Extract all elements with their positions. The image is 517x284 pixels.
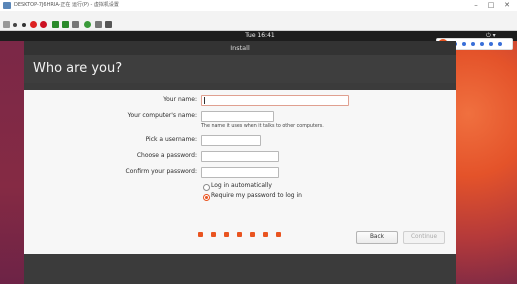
power-off-icon[interactable] — [30, 21, 37, 28]
host-menu-bar: 文件(F) 编辑(E) 查看(V) 虚拟机(M) 选项卡(T) 帮助(H) — [0, 11, 517, 28]
close-window-button[interactable]: ✕ — [501, 1, 513, 10]
installer-window-title: Install — [230, 44, 250, 52]
desktop-background-left — [0, 41, 24, 284]
desktop-background-right: S — [436, 38, 517, 284]
skin-icon[interactable] — [489, 42, 493, 46]
installer-titlebar: Install — [24, 41, 456, 55]
dot-icon[interactable] — [13, 23, 17, 27]
require-password-radio[interactable] — [203, 194, 210, 201]
text-cursor — [204, 97, 205, 104]
fullscreen-icon[interactable] — [105, 21, 112, 28]
your-name-label: Your name: — [163, 96, 197, 103]
page-title: Who are you? — [33, 61, 123, 76]
progress-dot — [276, 232, 281, 237]
installer-footer — [24, 254, 456, 284]
user-form: Your name: Your computer's name: The nam… — [24, 90, 456, 254]
library-icon[interactable] — [3, 21, 10, 28]
require-password-label[interactable]: Require my password to log in — [211, 191, 302, 200]
host-window-title: DESKTOP-7J6HRIA-正在 运行(P) - 虚拟机设置 — [14, 2, 119, 8]
continue-button[interactable]: Continue — [403, 231, 445, 244]
login-automatically-label[interactable]: Log in automatically — [211, 181, 272, 190]
settings-icon[interactable] — [95, 21, 102, 28]
progress-dot — [198, 232, 203, 237]
resume-icon[interactable] — [62, 21, 69, 28]
toolbox-icon[interactable] — [498, 42, 502, 46]
keyboard-icon[interactable] — [480, 42, 484, 46]
confirm-password-label: Confirm your password: — [125, 168, 197, 175]
username-input[interactable] — [201, 135, 261, 146]
computer-name-input[interactable] — [201, 111, 274, 122]
progress-dot — [237, 232, 242, 237]
login-automatically-radio[interactable] — [203, 184, 210, 191]
minimize-button[interactable]: – — [470, 1, 482, 10]
maximize-button[interactable]: □ — [485, 1, 497, 10]
back-button[interactable]: Back — [356, 231, 398, 244]
clock[interactable]: Tue 16:41 — [230, 31, 290, 41]
password-input[interactable] — [201, 151, 279, 162]
computer-name-hint: The name it uses when it talks to other … — [201, 124, 324, 129]
computer-name-label: Your computer's name: — [127, 112, 197, 119]
password-label: Choose a password: — [136, 152, 197, 159]
play-icon[interactable] — [52, 21, 59, 28]
snapshot-icon[interactable] — [72, 21, 79, 28]
microphone-icon[interactable] — [471, 42, 475, 46]
username-label: Pick a username: — [145, 136, 197, 143]
refresh-icon[interactable] — [84, 21, 91, 28]
host-toolbar — [0, 19, 517, 31]
progress-dot — [224, 232, 229, 237]
stop-icon[interactable] — [40, 21, 47, 28]
vmware-logo-icon — [3, 2, 11, 9]
installer-window: Install Who are you? Your name: Your com… — [24, 41, 456, 284]
progress-dot — [250, 232, 255, 237]
your-name-input[interactable] — [201, 95, 349, 106]
confirm-password-input[interactable] — [201, 167, 279, 178]
ime-punctuation-icon[interactable] — [462, 42, 466, 46]
progress-dot — [211, 232, 216, 237]
progress-dot — [263, 232, 268, 237]
dot-icon[interactable] — [22, 23, 26, 27]
